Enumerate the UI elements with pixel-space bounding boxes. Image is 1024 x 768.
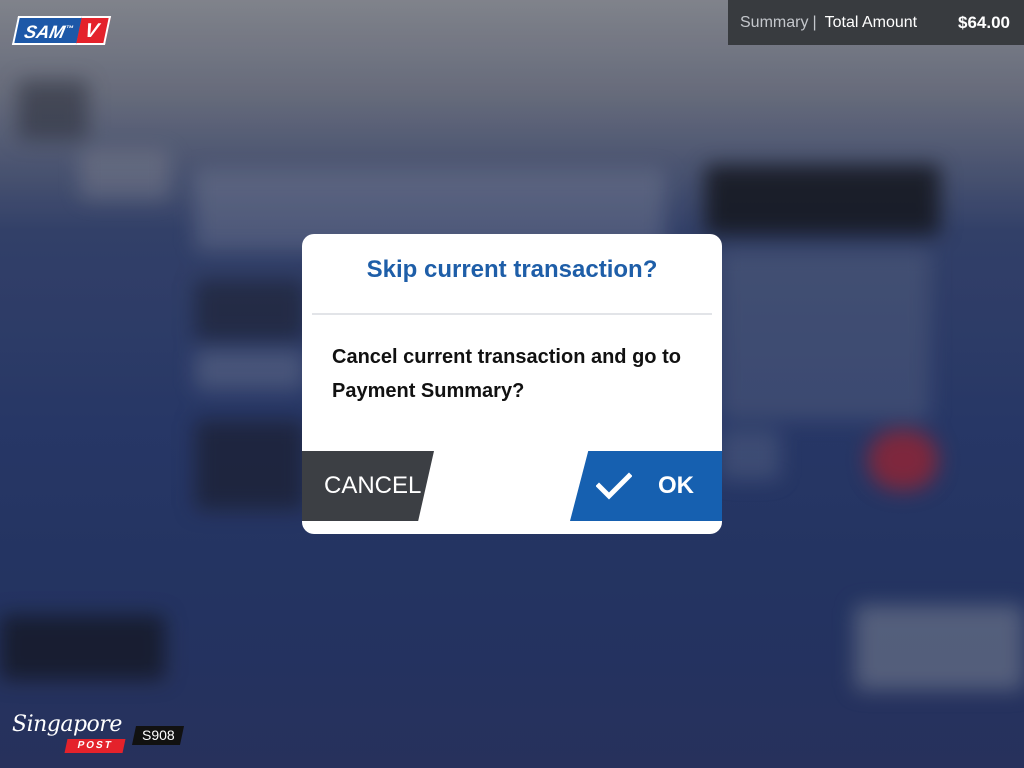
dialog-divider <box>312 313 712 315</box>
cancel-button-label: CANCEL <box>324 472 422 499</box>
brand-script-text: Singapore <box>12 712 122 737</box>
total-amount-value: $64.00 <box>958 12 1010 32</box>
dialog-message: Cancel current transaction and go to Pay… <box>332 346 681 402</box>
ok-button[interactable]: OK <box>570 451 722 521</box>
cancel-button[interactable]: CANCEL <box>302 451 434 521</box>
dialog-title: Skip current transaction? <box>366 256 658 283</box>
terminal-id-badge: S908 <box>131 726 185 745</box>
ok-button-label: OK <box>658 472 694 499</box>
brand-post-badge: POST <box>64 739 126 753</box>
summary-label: Summary <box>740 13 809 31</box>
summary-panel[interactable]: Summary | Total Amount $64.00 <box>728 0 1024 45</box>
terminal-id-text: S908 <box>141 727 175 743</box>
total-amount-label: Total Amount <box>824 13 918 31</box>
summary-separator: | <box>812 13 817 31</box>
singapore-post-logo: Singapore POST <box>12 712 126 754</box>
checkmark-icon <box>596 472 632 500</box>
logo-sam-text: SAM™ <box>11 16 83 45</box>
app-logo: SAM™ V <box>11 16 112 45</box>
confirm-dialog: Skip current transaction? Cancel current… <box>302 234 722 534</box>
logo-v-text: V <box>75 16 112 45</box>
